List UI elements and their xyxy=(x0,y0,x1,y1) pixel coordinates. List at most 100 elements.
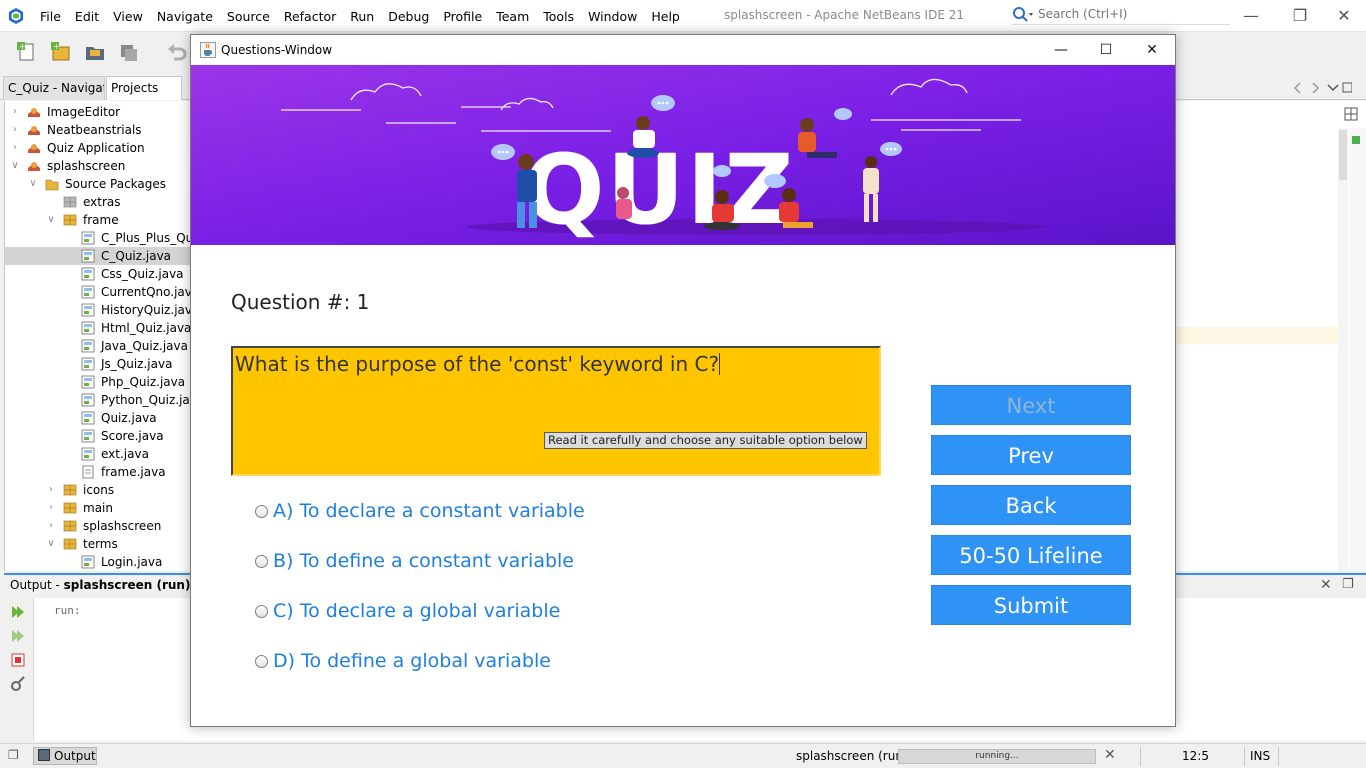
option-b-radio[interactable] xyxy=(255,554,268,568)
progress-bar[interactable]: running... xyxy=(898,749,1096,764)
editor-scrollbar-thumb[interactable] xyxy=(1339,130,1347,180)
menu-item-tools[interactable]: Tools xyxy=(543,9,574,24)
tree-item[interactable]: Html_Quiz.java xyxy=(5,319,192,337)
new-project-icon[interactable]: + xyxy=(50,41,72,63)
tab-navigator[interactable]: C_Quiz - Navigat... xyxy=(3,76,105,100)
tree-item[interactable]: Quiz.java xyxy=(5,409,192,427)
menu-item-profile[interactable]: Profile xyxy=(443,9,482,24)
open-project-icon[interactable] xyxy=(84,41,106,63)
tree-item[interactable]: Score.java xyxy=(5,427,192,445)
tree-item[interactable]: › icons xyxy=(5,481,192,499)
option-c[interactable]: C) To declare a global variable xyxy=(255,598,560,624)
tree-item[interactable]: Php_Quiz.java xyxy=(5,373,192,391)
menu-item-team[interactable]: Team xyxy=(496,9,529,24)
ide-close-button[interactable]: ✕ xyxy=(1329,6,1359,26)
option-a-label[interactable]: A) To declare a constant variable xyxy=(273,500,585,522)
output-minimized-tab[interactable]: Output xyxy=(33,747,97,765)
search-icon[interactable] xyxy=(1012,6,1034,24)
dialog-maximize-button[interactable]: ☐ xyxy=(1083,35,1129,65)
chevron-right-icon[interactable]: › xyxy=(45,517,57,535)
output-maximize-icon[interactable]: ❐ xyxy=(1342,577,1354,592)
chevron-right-icon[interactable]: › xyxy=(9,139,21,157)
split-editor-icon[interactable] xyxy=(1344,107,1358,121)
cancel-task-icon[interactable]: ✕ xyxy=(1104,747,1116,763)
search-box[interactable] xyxy=(1012,5,1230,25)
option-a-radio[interactable] xyxy=(255,504,268,518)
option-c-radio[interactable] xyxy=(255,604,268,618)
back-button[interactable]: Back xyxy=(931,485,1131,525)
tree-item[interactable]: Python_Quiz.java xyxy=(5,391,192,409)
menu-item-refactor[interactable]: Refactor xyxy=(284,9,336,24)
tree-item[interactable]: frame.java xyxy=(5,463,192,481)
option-a[interactable]: A) To declare a constant variable xyxy=(255,498,585,524)
tree-item[interactable]: ∨ Source Packages xyxy=(5,175,192,193)
tree-item[interactable]: extras xyxy=(5,193,192,211)
lifeline-button[interactable]: 50-50 Lifeline xyxy=(931,535,1131,575)
rerun-icon[interactable] xyxy=(10,604,26,620)
menu-item-source[interactable]: Source xyxy=(227,9,270,24)
undo-icon[interactable] xyxy=(166,41,188,63)
tree-item[interactable]: Js_Quiz.java xyxy=(5,355,192,373)
option-b-label[interactable]: B) To define a constant variable xyxy=(273,550,574,572)
tab-projects[interactable]: Projects xyxy=(106,76,182,100)
question-text-area[interactable]: What is the purpose of the 'const' keywo… xyxy=(231,346,881,476)
option-b[interactable]: B) To define a constant variable xyxy=(255,548,574,574)
menu-item-file[interactable]: File xyxy=(40,9,61,24)
tree-item[interactable]: › Neatbeanstrials xyxy=(5,121,192,139)
project-icon xyxy=(27,123,41,137)
tree-item[interactable]: HistoryQuiz.java xyxy=(5,301,192,319)
chevron-down-icon[interactable]: ∨ xyxy=(45,535,57,553)
dialog-close-button[interactable]: ✕ xyxy=(1129,35,1175,65)
tree-item[interactable]: C_Plus_Plus_Quiz.java xyxy=(5,229,192,247)
ide-minimize-button[interactable]: — xyxy=(1236,6,1266,26)
tree-item[interactable]: › main xyxy=(5,499,192,517)
rerun-with-params-icon[interactable] xyxy=(10,628,26,644)
editor-scrollbar[interactable] xyxy=(1338,128,1348,571)
chevron-down-icon[interactable]: ∨ xyxy=(9,157,21,175)
menu-item-edit[interactable]: Edit xyxy=(75,9,99,24)
chevron-down-icon[interactable]: ∨ xyxy=(45,211,57,229)
tree-item[interactable]: › Quiz Application xyxy=(5,139,192,157)
option-c-label[interactable]: C) To declare a global variable xyxy=(273,600,560,622)
menu-item-navigate[interactable]: Navigate xyxy=(157,9,213,24)
tree-item[interactable]: ∨ splashscreen xyxy=(5,157,192,175)
chevron-down-icon[interactable]: ∨ xyxy=(27,175,39,193)
chevron-right-icon[interactable]: › xyxy=(9,121,21,139)
dialog-title-bar[interactable]: Questions-Window — ☐ ✕ xyxy=(191,35,1175,65)
menu-item-debug[interactable]: Debug xyxy=(388,9,429,24)
stop-icon[interactable] xyxy=(10,652,26,668)
next-button[interactable]: Next xyxy=(931,385,1131,425)
dialog-minimize-button[interactable]: — xyxy=(1038,35,1084,65)
ide-restore-button[interactable]: ❐ xyxy=(1285,6,1315,26)
tree-item[interactable]: Css_Quiz.java xyxy=(5,265,192,283)
search-input[interactable] xyxy=(1038,7,1228,21)
editor-tab-nav-icons[interactable] xyxy=(1292,82,1352,94)
tree-item[interactable]: ext.java xyxy=(5,445,192,463)
menu-item-run[interactable]: Run xyxy=(350,9,374,24)
tree-item[interactable]: › ImageEditor xyxy=(5,103,192,121)
menu-item-view[interactable]: View xyxy=(113,9,143,24)
tree-item[interactable]: ∨ terms xyxy=(5,535,192,553)
option-d-radio[interactable] xyxy=(255,654,268,668)
prev-button[interactable]: Prev xyxy=(931,435,1131,475)
menu-item-help[interactable]: Help xyxy=(651,9,680,24)
new-file-icon[interactable]: + xyxy=(16,41,38,63)
menu-item-window[interactable]: Window xyxy=(588,9,637,24)
tree-item[interactable]: Java_Quiz.java xyxy=(5,337,192,355)
restore-panel-icon[interactable]: ❐ xyxy=(8,748,19,762)
option-d[interactable]: D) To define a global variable xyxy=(255,648,551,674)
tree-item[interactable]: Login.java xyxy=(5,553,192,571)
tree-item[interactable]: C_Quiz.java xyxy=(5,247,192,265)
save-all-icon[interactable] xyxy=(118,41,140,63)
tree-item[interactable]: ∨ frame xyxy=(5,211,192,229)
tree-item[interactable]: CurrentQno.java xyxy=(5,283,192,301)
settings-icon[interactable] xyxy=(10,676,26,692)
chevron-right-icon[interactable]: › xyxy=(45,481,57,499)
submit-button[interactable]: Submit xyxy=(931,585,1131,625)
tree-item[interactable]: › splashscreen xyxy=(5,517,192,535)
chevron-right-icon[interactable]: › xyxy=(45,499,57,517)
running-task-label[interactable]: splashscreen (run) xyxy=(796,749,908,763)
output-close-icon[interactable]: ✕ xyxy=(1320,577,1332,593)
chevron-right-icon[interactable]: › xyxy=(9,103,21,121)
option-d-label[interactable]: D) To define a global variable xyxy=(273,650,551,672)
